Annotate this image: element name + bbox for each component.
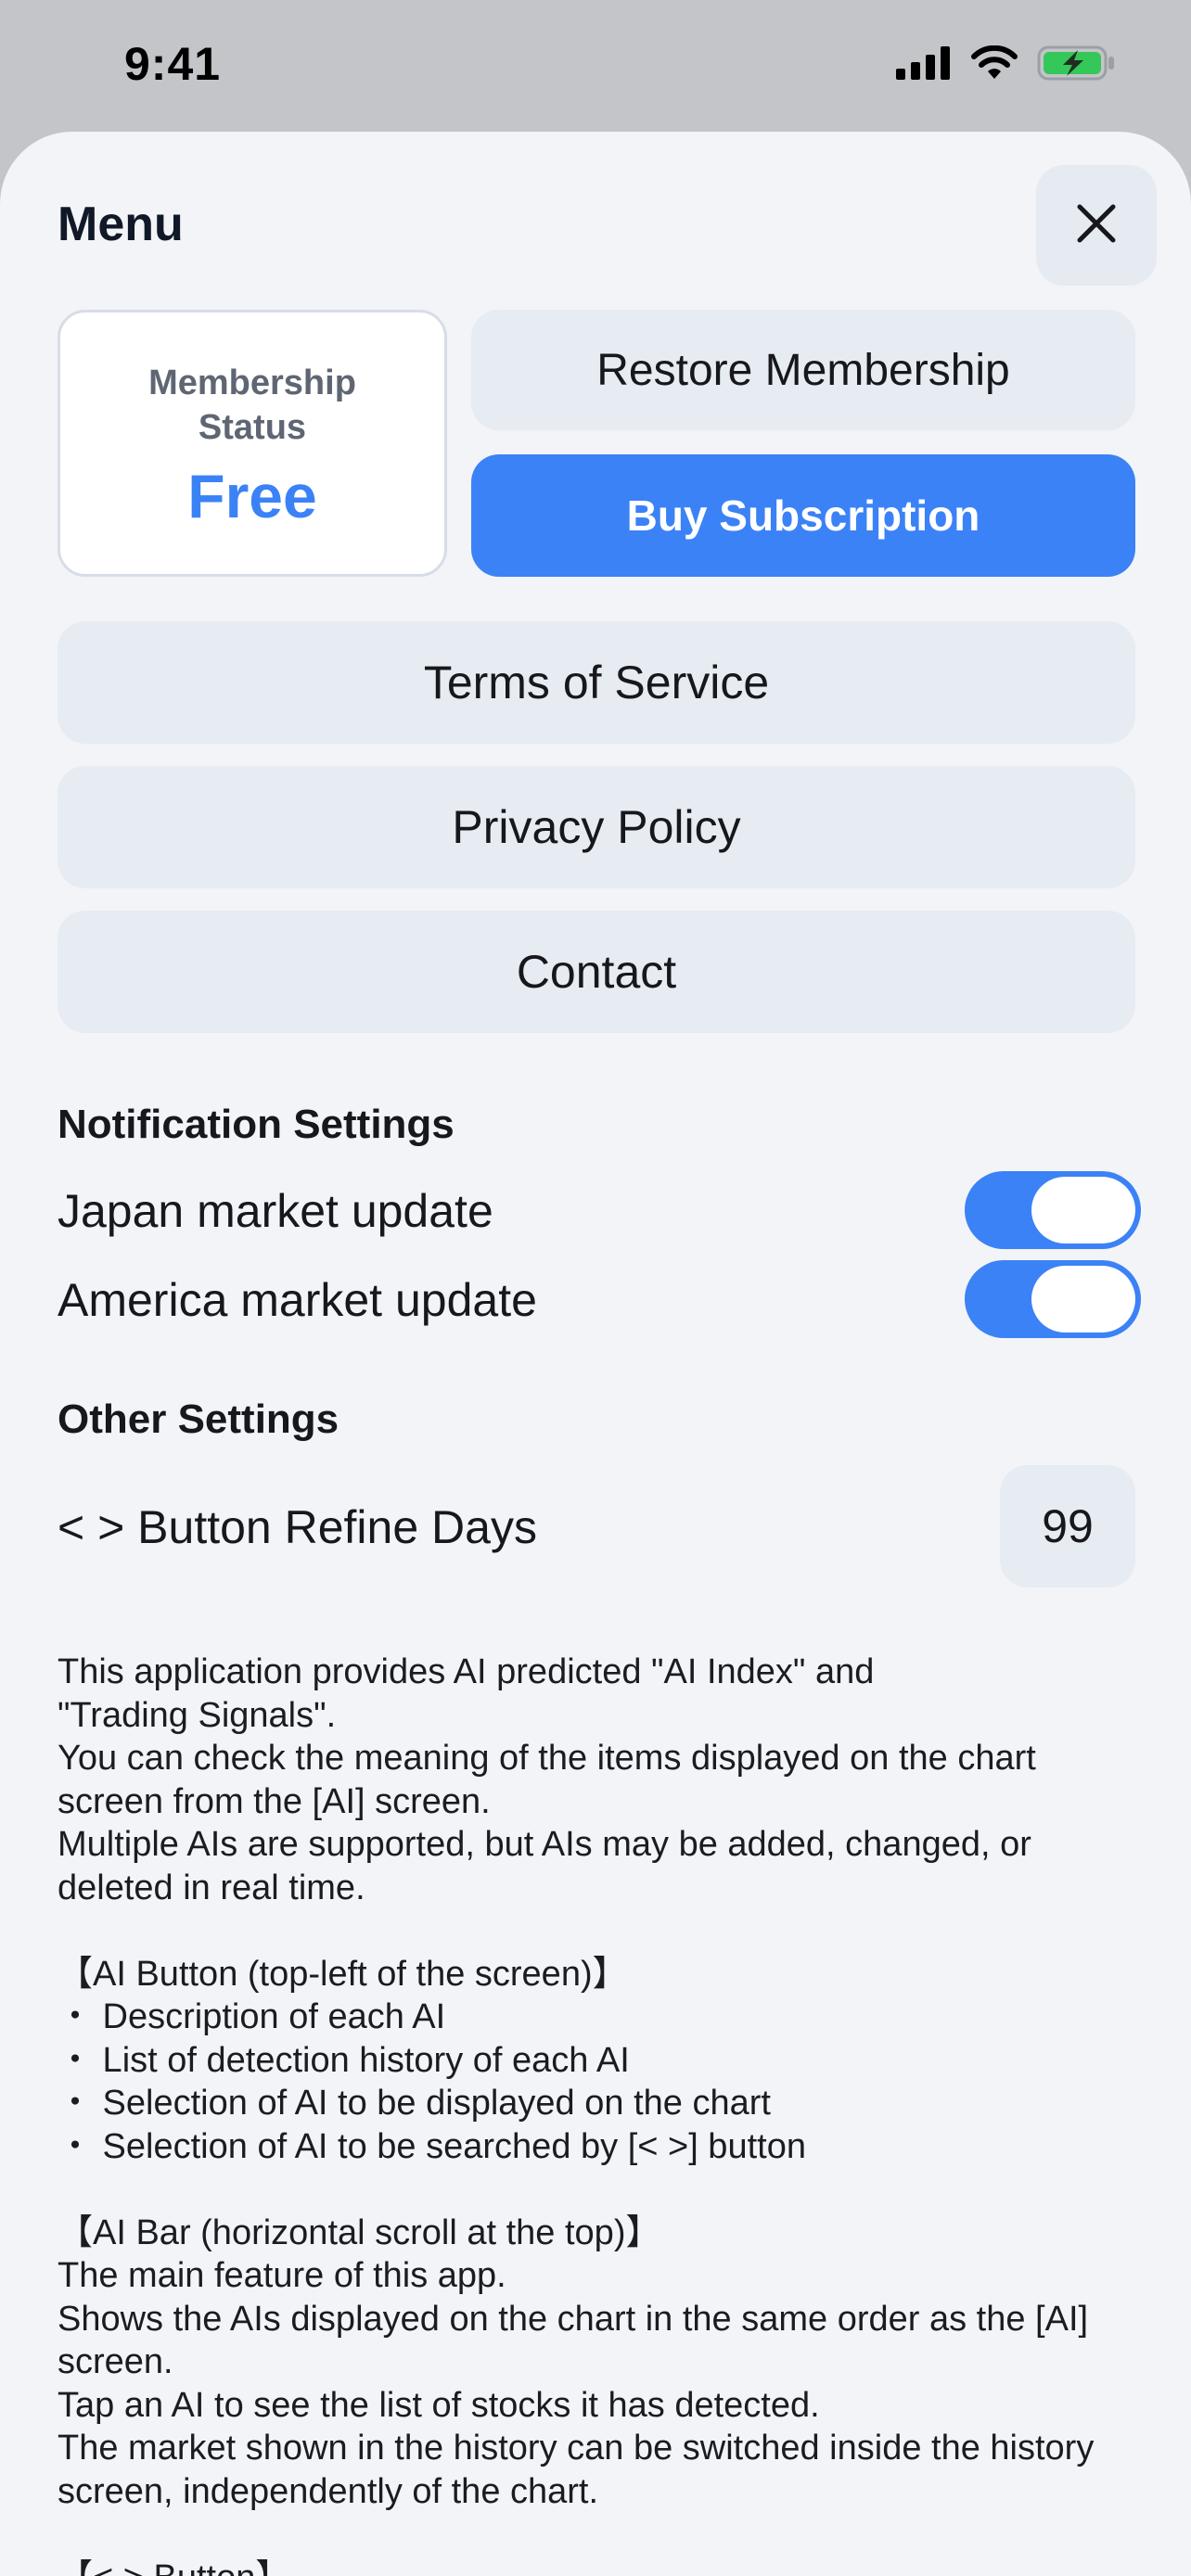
privacy-policy-button[interactable]: Privacy Policy <box>58 766 1135 888</box>
app-description: This application provides AI predicted "… <box>58 1651 1133 2576</box>
close-icon <box>1074 201 1119 250</box>
status-icons <box>896 45 1117 86</box>
other-settings-title: Other Settings <box>58 1396 339 1442</box>
buy-subscription-button[interactable]: Buy Subscription <box>471 454 1135 577</box>
status-bar: 9:41 <box>0 0 1191 132</box>
america-market-update-label: America market update <box>58 1274 537 1326</box>
refine-days-input[interactable]: 99 <box>1000 1465 1135 1588</box>
toggle-knob <box>1031 1266 1135 1333</box>
notification-settings-title: Notification Settings <box>58 1102 455 1147</box>
restore-membership-button[interactable]: Restore Membership <box>471 310 1135 430</box>
battery-charging-icon <box>1037 45 1117 86</box>
close-button[interactable] <box>1036 165 1157 286</box>
membership-status-card: Membership Status Free <box>58 310 447 577</box>
refine-days-label: < > Button Refine Days <box>58 1501 537 1553</box>
description-paragraph: 【< > Button】 <box>58 2557 1133 2576</box>
status-time: 9:41 <box>124 38 222 90</box>
america-market-update-toggle[interactable] <box>965 1260 1141 1338</box>
toggle-knob <box>1031 1177 1135 1243</box>
description-paragraph: 【AI Button (top-left of the screen)】 ・ D… <box>58 1954 806 2166</box>
description-paragraph: 【AI Bar (horizontal scroll at the top)】 … <box>58 2213 1095 2511</box>
wifi-icon <box>970 45 1018 85</box>
contact-button[interactable]: Contact <box>58 911 1135 1033</box>
page-title: Menu <box>58 198 184 251</box>
membership-status-label: Membership Status <box>148 363 356 447</box>
japan-market-update-toggle[interactable] <box>965 1171 1141 1249</box>
terms-of-service-button[interactable]: Terms of Service <box>58 621 1135 744</box>
description-paragraph: This application provides AI predicted "… <box>58 1652 1036 1907</box>
japan-market-update-label: Japan market update <box>58 1185 493 1237</box>
membership-status-value: Free <box>187 462 317 530</box>
signal-icon <box>896 46 952 84</box>
menu-sheet: Menu Membership Status Free Restore Memb… <box>0 132 1191 2576</box>
